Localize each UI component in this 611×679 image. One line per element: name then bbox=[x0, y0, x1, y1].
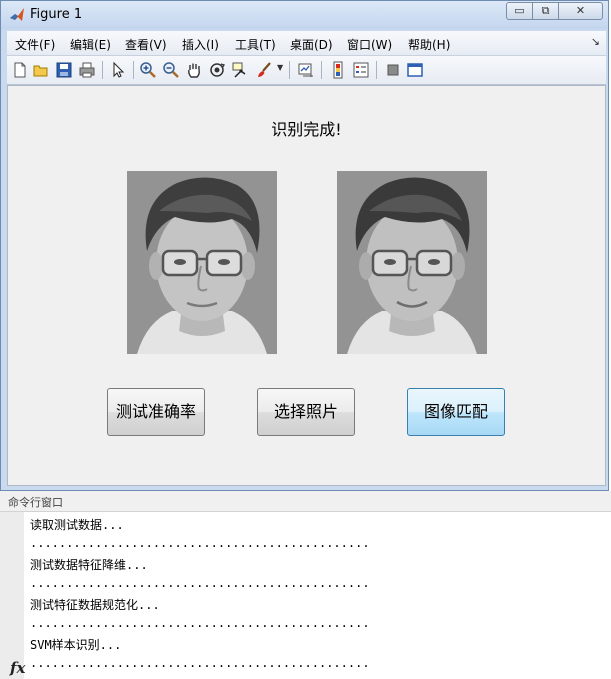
zoom-in-icon[interactable] bbox=[139, 61, 157, 79]
close-icon: ✕ bbox=[575, 4, 586, 17]
menu-view[interactable]: 查看(V) bbox=[125, 36, 167, 53]
new-file-icon[interactable] bbox=[11, 61, 29, 79]
matched-face-image bbox=[337, 171, 487, 354]
menu-edit[interactable]: 编辑(E) bbox=[70, 36, 111, 53]
minimize-button[interactable]: ▭ bbox=[506, 2, 533, 20]
data-cursor-icon[interactable] bbox=[231, 61, 249, 79]
toolbar-separator bbox=[376, 61, 377, 79]
query-face-image bbox=[127, 171, 277, 354]
image-match-button[interactable]: 图像匹配 bbox=[407, 388, 505, 436]
link-plot-icon[interactable] bbox=[297, 61, 315, 79]
command-window-output[interactable]: 读取测试数据... ..............................… bbox=[24, 512, 611, 679]
toolbar-separator bbox=[289, 61, 290, 79]
command-output-line: 测试特征数据规范化... bbox=[30, 598, 160, 612]
toolbar-separator bbox=[102, 61, 103, 79]
command-output-line: SVM样本识别... bbox=[30, 638, 122, 652]
select-photo-button[interactable]: 选择照片 bbox=[257, 388, 355, 436]
command-output-line: ........................................… bbox=[30, 536, 370, 550]
toolbar-separator bbox=[321, 61, 322, 79]
zoom-out-icon[interactable] bbox=[162, 61, 180, 79]
maximize-icon: ⧉ bbox=[541, 4, 550, 17]
function-browser-icon[interactable]: fx bbox=[10, 659, 25, 677]
save-icon[interactable] bbox=[55, 61, 73, 79]
toolbar-separator bbox=[133, 61, 134, 79]
show-plot-tools-icon[interactable] bbox=[406, 61, 424, 79]
command-output-line: 读取测试数据... bbox=[30, 518, 124, 532]
brush-icon[interactable] bbox=[255, 61, 273, 79]
toolbar: ▼ bbox=[7, 56, 606, 85]
menu-dock-arrow-icon[interactable]: ↘ bbox=[591, 35, 600, 48]
command-output-line: ........................................… bbox=[30, 656, 370, 670]
colorbar-icon[interactable] bbox=[329, 61, 347, 79]
command-window-header: 命令行窗口 bbox=[0, 491, 611, 512]
menu-tools[interactable]: 工具(T) bbox=[235, 36, 276, 53]
matlab-icon bbox=[10, 8, 24, 21]
pointer-icon[interactable] bbox=[109, 61, 127, 79]
menu-desktop[interactable]: 桌面(D) bbox=[290, 36, 333, 53]
recognition-status-text: 识别完成! bbox=[271, 120, 342, 139]
command-output-line: 测试数据特征降维... bbox=[30, 558, 148, 572]
window-title: Figure 1 bbox=[30, 7, 83, 22]
figure-window: Figure 1 ▭ ⧉ ✕ 文件(F) 编辑(E) 查看(V) 插入(I) 工… bbox=[0, 0, 609, 491]
menu-bar: 文件(F) 编辑(E) 查看(V) 插入(I) 工具(T) 桌面(D) 窗口(W… bbox=[7, 31, 606, 56]
title-bar[interactable]: Figure 1 ▭ ⧉ ✕ bbox=[1, 1, 608, 29]
test-accuracy-button[interactable]: 测试准确率 bbox=[107, 388, 205, 436]
command-output-line: ........................................… bbox=[30, 576, 370, 590]
brush-dropdown-icon[interactable]: ▼ bbox=[277, 63, 283, 72]
maximize-button[interactable]: ⧉ bbox=[532, 2, 559, 20]
rotate-3d-icon[interactable] bbox=[208, 61, 226, 79]
menu-help[interactable]: 帮助(H) bbox=[408, 36, 450, 53]
figure-canvas: 识别完成! 测试准确率 选择照片 图像匹配 bbox=[7, 85, 606, 486]
command-window-gutter bbox=[0, 512, 24, 679]
pan-hand-icon[interactable] bbox=[185, 61, 203, 79]
minimize-icon: ▭ bbox=[514, 4, 525, 17]
command-output-line: ........................................… bbox=[30, 616, 370, 630]
menu-window[interactable]: 窗口(W) bbox=[347, 36, 392, 53]
menu-insert[interactable]: 插入(I) bbox=[182, 36, 219, 53]
menu-file[interactable]: 文件(F) bbox=[15, 36, 55, 53]
command-window-title: 命令行窗口 bbox=[8, 496, 63, 509]
legend-icon[interactable] bbox=[352, 61, 370, 79]
open-folder-icon[interactable] bbox=[32, 61, 50, 79]
hide-plot-tools-icon[interactable] bbox=[384, 61, 402, 79]
close-button[interactable]: ✕ bbox=[558, 2, 603, 20]
print-icon[interactable] bbox=[78, 61, 96, 79]
